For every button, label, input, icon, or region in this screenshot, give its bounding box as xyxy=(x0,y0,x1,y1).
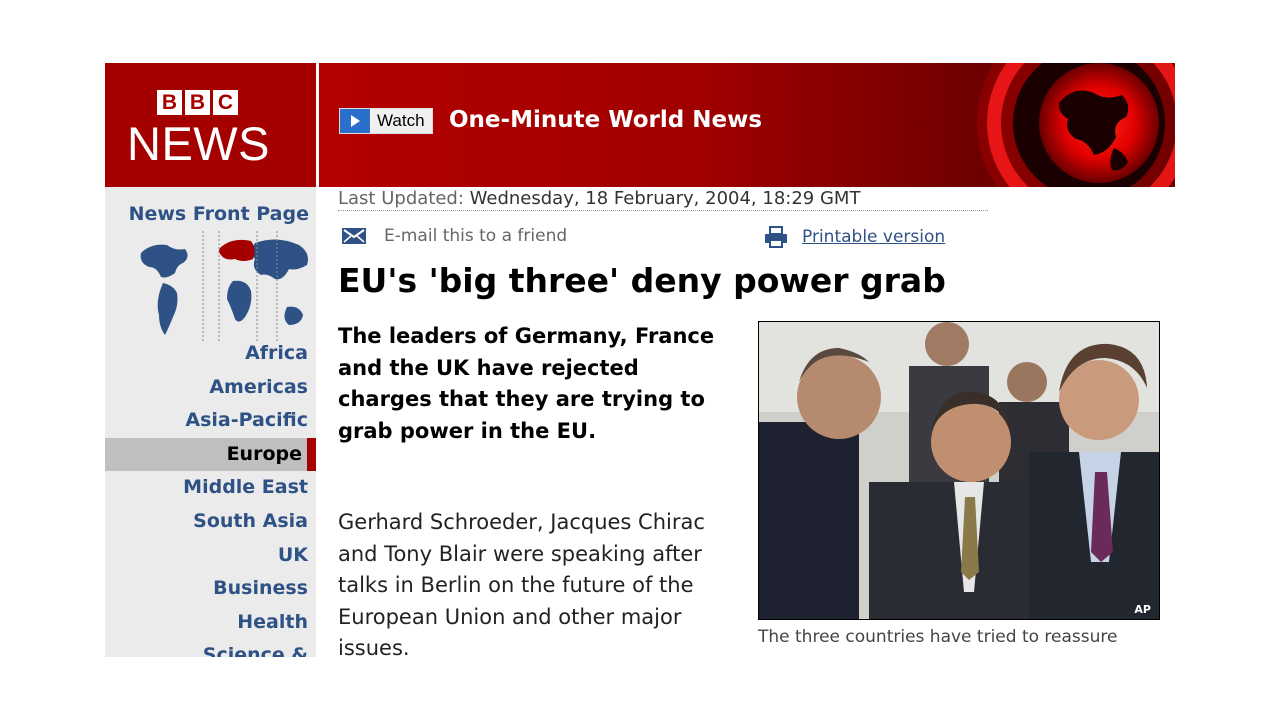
bbc-letter: C xyxy=(213,90,238,115)
sidebar-item-science[interactable]: Science & xyxy=(105,639,316,657)
sidebar-item-label: UK xyxy=(277,543,308,566)
bbc-news-logo[interactable]: B B C NEWS xyxy=(105,63,316,187)
leaders-photo-illustration xyxy=(759,322,1159,619)
globe-graphic xyxy=(977,63,1175,187)
sidebar-item-label: Middle East xyxy=(183,476,308,499)
sidebar-item-asia-pacific[interactable]: Asia-Pacific xyxy=(105,404,316,437)
play-icon xyxy=(340,109,370,133)
article-photo: AP xyxy=(758,321,1160,620)
article-intro: The leaders of Germany, France and the U… xyxy=(338,324,715,443)
watch-label: Watch xyxy=(377,111,425,130)
last-updated: Last Updated: Wednesday, 18 February, 20… xyxy=(338,188,988,211)
sidebar-item-label: Business xyxy=(213,577,308,600)
world-map-icon[interactable] xyxy=(137,231,313,341)
one-minute-news-link[interactable]: One-Minute World News xyxy=(449,107,762,133)
sidebar-item-label: Africa xyxy=(245,342,308,364)
printer-icon xyxy=(765,226,787,248)
sidebar-item-middle-east[interactable]: Middle East xyxy=(105,471,316,504)
sidebar-item-uk[interactable]: UK xyxy=(105,539,316,572)
envelope-icon xyxy=(342,228,366,244)
printable-version-label: Printable version xyxy=(802,227,946,247)
sidebar-item-europe[interactable]: Europe xyxy=(105,437,316,471)
last-updated-label: Last Updated: xyxy=(338,188,464,209)
sidebar-item-americas[interactable]: Americas xyxy=(105,371,316,404)
bbc-letter: B xyxy=(185,90,210,115)
sidebar-item-south-asia[interactable]: South Asia xyxy=(105,505,316,538)
photo-credit: AP xyxy=(1134,603,1151,616)
sidebar-item-label: Americas xyxy=(209,375,308,398)
header-banner: Watch One-Minute World News xyxy=(319,63,1175,187)
sidebar-item-label: Health xyxy=(237,610,308,633)
sidebar-item-news-front-page[interactable]: News Front Page xyxy=(129,203,309,225)
browser-viewport: B B C NEWS Watch One-Minute World News N… xyxy=(105,63,1175,657)
news-wordmark: NEWS xyxy=(127,117,270,170)
article: Last Updated: Wednesday, 18 February, 20… xyxy=(338,187,1175,657)
sidebar-item-business[interactable]: Business xyxy=(105,572,316,605)
email-friend-link[interactable]: E-mail this to a friend xyxy=(342,226,567,246)
article-headline: EU's 'big three' deny power grab xyxy=(338,261,946,300)
sidebar-item-label: Science & xyxy=(202,644,308,657)
photo-caption: The three countries have tried to reassu… xyxy=(758,627,1118,657)
watch-button[interactable]: Watch xyxy=(339,108,433,134)
printable-version-link[interactable]: Printable version xyxy=(764,226,945,248)
email-friend-label: E-mail this to a friend xyxy=(384,226,568,246)
sidebar-item-africa[interactable]: Africa xyxy=(105,337,316,370)
sidebar-item-label: Europe xyxy=(226,442,302,465)
bbc-letter: B xyxy=(157,90,182,115)
sidebar-nav: News Front Page Africa Americas Asia-Pacif… xyxy=(105,187,316,657)
sidebar-item-label: Asia-Pacific xyxy=(185,409,308,432)
sidebar-item-health[interactable]: Health xyxy=(105,606,316,639)
bbc-blocks: B B C xyxy=(157,90,238,115)
last-updated-value: Wednesday, 18 February, 2004, 18:29 GMT xyxy=(469,188,861,209)
article-body: Gerhard Schroeder, Jacques Chirac and To… xyxy=(338,510,705,657)
sidebar-item-label: South Asia xyxy=(193,510,308,532)
